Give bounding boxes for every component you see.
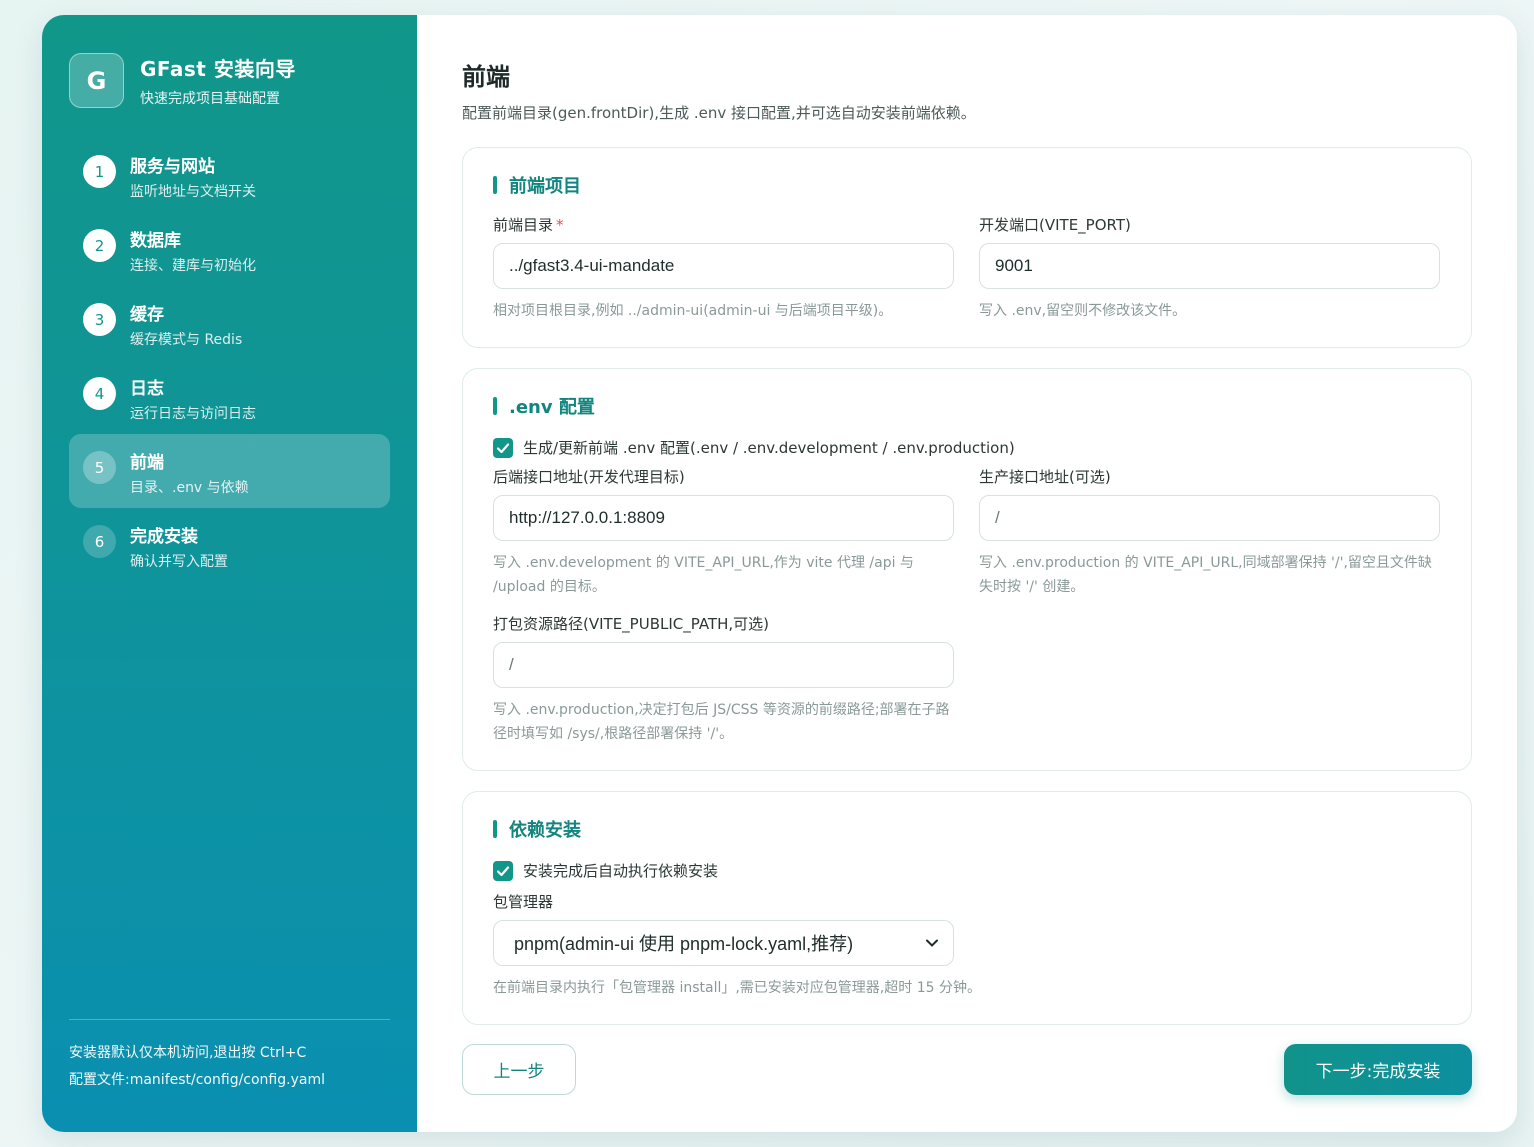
- package-manager-label: 包管理器: [493, 893, 554, 911]
- dependency-card: 依赖安装 安装完成后自动执行依赖安装 包管理器 pnpm(admin-ui 使用…: [462, 791, 1472, 1025]
- step-title: 日志: [130, 379, 164, 399]
- package-manager-value: pnpm(admin-ui 使用 pnpm-lock.yaml,推荐): [514, 934, 854, 954]
- action-bar: 上一步 下一步:完成安装: [462, 1044, 1472, 1095]
- api-url-label: 后端接口地址(开发代理目标): [493, 468, 685, 486]
- step-subtitle: 确认并写入配置: [130, 554, 228, 570]
- step-item-log[interactable]: 4 日志 运行日志与访问日志: [69, 360, 390, 434]
- package-manager-select[interactable]: pnpm(admin-ui 使用 pnpm-lock.yaml,推荐): [493, 920, 954, 966]
- check-icon: [496, 865, 510, 876]
- step-title: 缓存: [130, 305, 164, 325]
- required-mark: *: [556, 216, 564, 234]
- dev-port-hint: 写入 .env,留空则不修改该文件。: [979, 303, 1187, 319]
- frontend-dir-label: 前端目录 *: [493, 216, 564, 234]
- card-title: 依赖安装: [493, 816, 1441, 842]
- card-title-text: 前端项目: [509, 176, 581, 197]
- step-title: 完成安装: [130, 527, 198, 547]
- brand-subtitle: 快速完成项目基础配置: [140, 91, 280, 107]
- step-item-frontend[interactable]: 5 前端 目录、.env 与依赖: [69, 434, 390, 508]
- auto-install-option[interactable]: 安装完成后自动执行依赖安装: [493, 860, 1441, 881]
- brand: G GFast 安装向导 快速完成项目基础配置: [69, 53, 390, 108]
- footer-note-config: 配置文件:manifest/config/config.yaml: [69, 1072, 325, 1088]
- step-item-finish[interactable]: 6 完成安装 确认并写入配置: [69, 508, 390, 582]
- step-number: 4: [83, 377, 116, 410]
- step-title: 前端: [130, 453, 164, 473]
- public-path-input[interactable]: /: [493, 642, 954, 688]
- package-manager-hint: 在前端目录内执行「包管理器 install」,需已安装对应包管理器,超时 15 …: [493, 980, 981, 996]
- title-accent-bar: [493, 176, 497, 194]
- step-subtitle: 连接、建库与初始化: [130, 258, 256, 274]
- frontend-dir-input[interactable]: ../gfast3.4-ui-mandate: [493, 243, 954, 289]
- installer-window: G GFast 安装向导 快速完成项目基础配置 1 服务与网站 监听地址与文档开…: [42, 15, 1517, 1132]
- page-title: 前端: [462, 63, 510, 91]
- env-config-card: .env 配置 生成/更新前端 .env 配置(.env / .env.deve…: [462, 368, 1472, 771]
- sidebar-footer: 安装器默认仅本机访问,退出按 Ctrl+C 配置文件:manifest/conf…: [69, 1019, 390, 1094]
- step-subtitle: 目录、.env 与依赖: [130, 480, 249, 496]
- prod-url-label: 生产接口地址(可选): [979, 468, 1111, 486]
- generate-env-option[interactable]: 生成/更新前端 .env 配置(.env / .env.development …: [493, 437, 1441, 458]
- step-item-service[interactable]: 1 服务与网站 监听地址与文档开关: [69, 138, 390, 212]
- step-number: 1: [83, 155, 116, 188]
- api-url-hint: 写入 .env.development 的 VITE_API_URL,作为 vi…: [493, 555, 914, 595]
- card-title-text: .env 配置: [509, 397, 595, 418]
- frontend-dir-hint: 相对项目根目录,例如 ../admin-ui(admin-ui 与后端项目平级)…: [493, 303, 893, 319]
- step-number: 3: [83, 303, 116, 336]
- auto-install-label: 安装完成后自动执行依赖安装: [523, 862, 719, 880]
- prod-url-hint: 写入 .env.production 的 VITE_API_URL,同域部署保持…: [979, 555, 1432, 595]
- step-title: 数据库: [130, 231, 181, 251]
- public-path-label: 打包资源路径(VITE_PUBLIC_PATH,可选): [493, 615, 769, 633]
- card-title-text: 依赖安装: [509, 820, 581, 841]
- frontend-project-card: 前端项目 前端目录 * ../gfast3.4-ui-mandate 相对项目根目…: [462, 147, 1472, 348]
- dev-port-input[interactable]: 9001: [979, 243, 1440, 289]
- dev-port-label: 开发端口(VITE_PORT): [979, 216, 1131, 234]
- auto-install-checkbox[interactable]: [493, 860, 513, 881]
- check-icon: [496, 442, 510, 453]
- next-step-button[interactable]: 下一步:完成安装: [1284, 1044, 1472, 1095]
- prod-url-input[interactable]: /: [979, 495, 1440, 541]
- card-title: 前端项目: [493, 172, 1441, 198]
- footer-note-access: 安装器默认仅本机访问,退出按 Ctrl+C: [69, 1045, 307, 1061]
- step-item-database[interactable]: 2 数据库 连接、建库与初始化: [69, 212, 390, 286]
- title-accent-bar: [493, 397, 497, 415]
- generate-env-label: 生成/更新前端 .env 配置(.env / .env.development …: [523, 439, 1015, 457]
- card-title: .env 配置: [493, 393, 1441, 419]
- page-description: 配置前端目录(gen.frontDir),生成 .env 接口配置,并可选自动安…: [462, 104, 976, 122]
- step-subtitle: 运行日志与访问日志: [130, 406, 256, 422]
- step-number: 5: [83, 451, 116, 484]
- step-item-cache[interactable]: 3 缓存 缓存模式与 Redis: [69, 286, 390, 360]
- brand-title: GFast 安装向导: [140, 57, 296, 81]
- title-accent-bar: [493, 820, 497, 838]
- main-content: 前端 配置前端目录(gen.frontDir),生成 .env 接口配置,并可选…: [417, 15, 1517, 1132]
- sidebar: G GFast 安装向导 快速完成项目基础配置 1 服务与网站 监听地址与文档开…: [42, 15, 417, 1132]
- brand-logo: G: [69, 53, 124, 108]
- chevron-down-icon: [926, 939, 938, 947]
- step-number: 6: [83, 525, 116, 558]
- public-path-hint: 写入 .env.production,决定打包后 JS/CSS 等资源的前缀路径…: [493, 702, 950, 742]
- generate-env-checkbox[interactable]: [493, 437, 513, 458]
- step-number: 2: [83, 229, 116, 262]
- step-subtitle: 监听地址与文档开关: [130, 184, 256, 200]
- step-subtitle: 缓存模式与 Redis: [130, 332, 243, 348]
- step-list: 1 服务与网站 监听地址与文档开关 2 数据库 连接、建库与初始化 3 缓存 缓…: [69, 138, 390, 582]
- previous-step-button[interactable]: 上一步: [462, 1044, 576, 1095]
- step-title: 服务与网站: [130, 157, 215, 177]
- api-url-input[interactable]: http://127.0.0.1:8809: [493, 495, 954, 541]
